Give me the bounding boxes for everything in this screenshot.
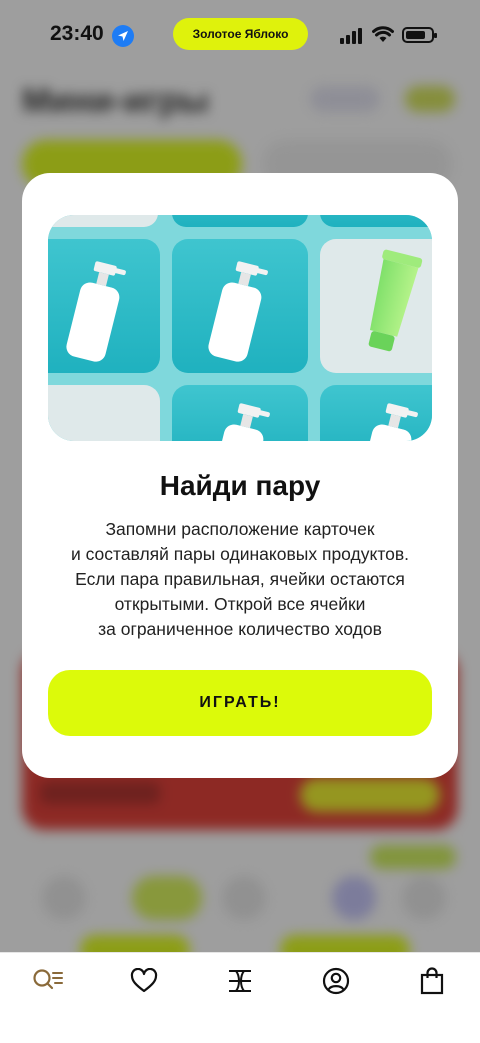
heart-icon bbox=[130, 968, 158, 993]
shopping-bag-icon bbox=[420, 967, 444, 995]
description-line: за ограниченное количество ходов bbox=[98, 619, 382, 639]
tab-favorites[interactable] bbox=[120, 965, 168, 997]
status-time: 23:40 bbox=[50, 22, 104, 45]
catalog-search-icon bbox=[33, 969, 63, 990]
description-line: и составляй пары одинаковых продуктов. bbox=[70, 544, 410, 564]
tab-profile[interactable] bbox=[312, 965, 360, 997]
dynamic-island-label[interactable]: Золотое Яблоко bbox=[173, 18, 308, 50]
game-intro-modal: Найди пару Запомни расположение карточек… bbox=[22, 173, 458, 778]
modal-description: Запомни расположение карточек и составля… bbox=[42, 517, 438, 642]
profile-icon bbox=[322, 967, 350, 995]
game-preview-image bbox=[48, 215, 432, 441]
battery-icon bbox=[402, 27, 437, 43]
brand-logo-icon bbox=[229, 970, 251, 992]
cellular-signal-icon bbox=[340, 28, 362, 44]
location-arrow-icon bbox=[112, 25, 134, 47]
description-line: открытыми. Открой все ячейки bbox=[114, 594, 366, 614]
tab-catalog[interactable] bbox=[24, 965, 72, 997]
description-line: Запомни расположение карточек bbox=[105, 519, 375, 539]
bottom-tab-bar bbox=[0, 952, 480, 1043]
description-line: Если пара правильная, ячейки остаются bbox=[75, 569, 405, 589]
wifi-icon bbox=[372, 26, 394, 42]
tab-cart[interactable] bbox=[408, 965, 456, 997]
modal-title: Найди пару bbox=[159, 470, 321, 501]
tab-home[interactable] bbox=[216, 965, 264, 997]
play-button[interactable]: ИГРАТЬ! bbox=[48, 670, 432, 736]
status-bar: 23:40 Золотое Яблоко bbox=[0, 0, 480, 70]
